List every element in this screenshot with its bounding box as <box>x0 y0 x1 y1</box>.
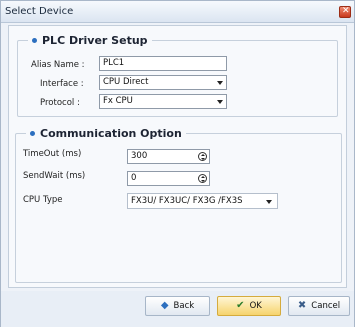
timeout-value: 300 <box>131 151 148 161</box>
sendwait-label: SendWait (ms) <box>23 171 86 181</box>
timeout-stepper[interactable]: 300 <box>127 149 210 164</box>
sendwait-stepper[interactable]: 0 <box>127 171 210 186</box>
spin-up-down-icon[interactable] <box>198 174 207 183</box>
bullet-icon <box>32 38 37 43</box>
cancel-button[interactable]: ✖ Cancel <box>288 296 350 316</box>
communication-option-heading: Communication Option <box>26 127 186 140</box>
timeout-label: TimeOut (ms) <box>23 149 82 159</box>
back-label: Back <box>173 301 195 311</box>
cpu-type-value: FX3U/ FX3UC/ FX3G /FX3S <box>131 196 243 206</box>
dialog-footer: ◆ Back ✔ OK ✖ Cancel <box>1 291 354 327</box>
alias-name-label: Alias Name : <box>31 60 85 70</box>
protocol-value: Fx CPU <box>103 96 133 106</box>
checkmark-icon: ✔ <box>236 300 245 311</box>
back-button[interactable]: ◆ Back <box>145 296 210 316</box>
plc-driver-setup-title: PLC Driver Setup <box>42 34 148 47</box>
alias-name-input[interactable]: PLC1 <box>99 56 227 71</box>
spin-up-down-icon[interactable] <box>198 152 207 161</box>
plc-driver-setup-heading: PLC Driver Setup <box>28 34 152 47</box>
communication-option-title: Communication Option <box>40 127 182 140</box>
protocol-select[interactable]: Fx CPU <box>99 94 227 109</box>
cpu-type-label: CPU Type <box>23 195 63 205</box>
select-device-window: Select Device ✕ PLC Driver Setup Alias N… <box>0 0 355 327</box>
close-button[interactable]: ✕ <box>339 6 351 18</box>
chevron-down-icon <box>217 81 223 85</box>
cpu-type-select[interactable]: FX3U/ FX3UC/ FX3G /FX3S <box>127 193 278 209</box>
ok-button[interactable]: ✔ OK <box>217 296 281 316</box>
bullet-icon <box>30 131 35 136</box>
chevron-down-icon <box>217 100 223 104</box>
plc-driver-setup-group: PLC Driver Setup Alias Name : PLC1 Inter… <box>17 34 338 117</box>
dialog-body: PLC Driver Setup Alias Name : PLC1 Inter… <box>8 25 347 288</box>
left-arrow-icon: ◆ <box>160 300 169 311</box>
window-title: Select Device <box>5 6 74 17</box>
chevron-down-icon <box>266 200 272 204</box>
ok-label: OK <box>249 301 262 311</box>
cancel-label: Cancel <box>311 301 341 311</box>
x-icon: ✖ <box>297 300 307 311</box>
interface-value: CPU Direct <box>103 77 149 87</box>
close-icon: ✕ <box>342 6 350 16</box>
title-bar: Select Device ✕ <box>1 1 354 23</box>
interface-select[interactable]: CPU Direct <box>99 75 227 90</box>
interface-label: Interface : <box>40 79 84 89</box>
communication-option-group: Communication Option TimeOut (ms) 300 Se… <box>15 127 342 283</box>
protocol-label: Protocol : <box>40 98 80 108</box>
sendwait-value: 0 <box>131 173 137 183</box>
